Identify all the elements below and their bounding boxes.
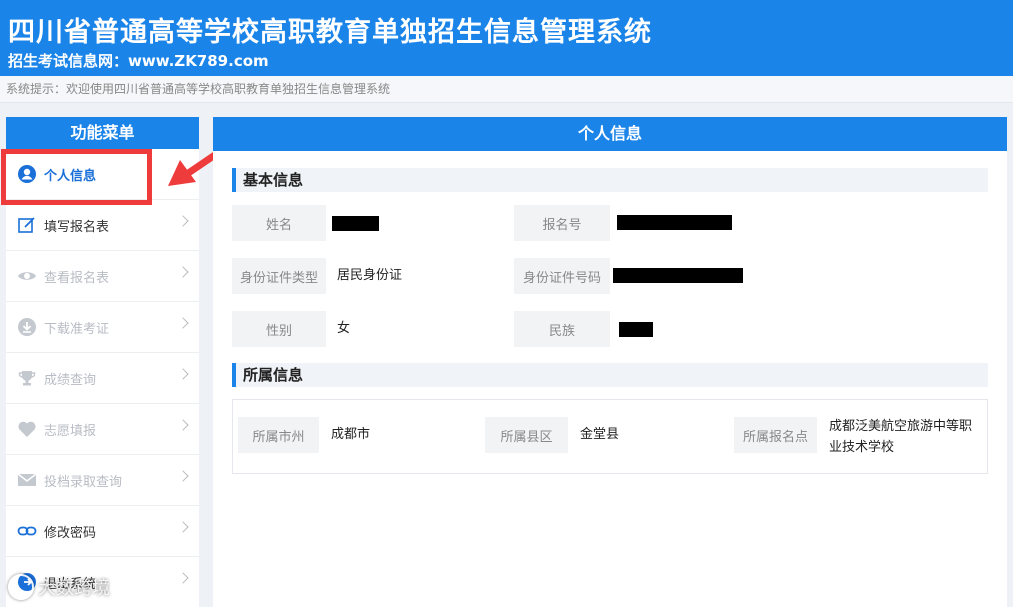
site-label: 所属报名点 <box>734 417 817 453</box>
city-label: 所属市州 <box>238 417 319 453</box>
app-header: 四川省普通高等学校高职教育单独招生信息管理系统 招生考试信息网：www.ZK78… <box>0 0 1013 76</box>
sidebar-item-label: 志愿填报 <box>44 423 97 439</box>
gender-label: 性别 <box>232 311 326 347</box>
regno-value-redacted <box>617 215 732 230</box>
chevron-right-icon <box>177 215 189 227</box>
name-label: 姓名 <box>232 205 326 241</box>
idno-value-redacted <box>613 268 743 283</box>
app-title: 四川省普通高等学校高职教育单独招生信息管理系统 <box>8 17 652 48</box>
sidebar-item-change-password[interactable]: 修改密码 <box>6 506 199 557</box>
watermark: 大数跨境 <box>8 574 110 600</box>
sidebar-item-label: 查看报名表 <box>44 270 110 286</box>
idtype-label: 身份证件类型 <box>232 258 326 294</box>
sidebar-item-label: 投档录取查询 <box>44 474 123 490</box>
gender-value: 女 <box>337 321 351 336</box>
heart-icon <box>16 418 38 440</box>
sidebar-item-download-ticket[interactable]: 下载准考证 <box>6 302 199 353</box>
regno-label: 报名号 <box>514 205 610 241</box>
main-panel: 个人信息 基本信息 姓名 报名号 身份证件类型 居民身份证 身份证件号码 性别 … <box>213 117 1007 607</box>
section-basic-info: 基本信息 <box>232 168 988 192</box>
highlight-box <box>1 149 152 205</box>
sidebar-item-label: 下载准考证 <box>44 321 110 337</box>
edit-icon <box>16 214 38 236</box>
chevron-right-icon <box>177 470 189 482</box>
section-affiliation: 所属信息 <box>232 363 988 387</box>
sidebar-item-admission-query[interactable]: 投档录取查询 <box>6 455 199 506</box>
chevron-right-icon <box>177 317 189 329</box>
ethnic-value-redacted <box>619 322 653 337</box>
chevron-right-icon <box>177 572 189 584</box>
sidebar-item-volunteer[interactable]: 志愿填报 <box>6 404 199 455</box>
chevron-right-icon <box>177 266 189 278</box>
affiliation-box: 所属市州 成都市 所属县区 金堂县 所属报名点 成都泛美航空旅游中等职业技术学校 <box>232 399 988 474</box>
sidebar-item-label: 修改密码 <box>44 525 97 541</box>
watermark-text: 大数跨境 <box>38 578 110 599</box>
trophy-icon <box>16 367 38 389</box>
city-value: 成都市 <box>331 427 371 442</box>
eye-icon <box>16 265 38 287</box>
system-notice: 系统提示：欢迎使用四川省普通高等学校高职教育单独招生信息管理系统 <box>0 76 1013 103</box>
mail-icon <box>16 469 38 491</box>
chevron-right-icon <box>177 521 189 533</box>
chevron-right-icon <box>177 419 189 431</box>
watermark-logo-icon <box>8 574 34 600</box>
download-icon <box>16 316 38 338</box>
idno-label: 身份证件号码 <box>514 258 610 294</box>
idtype-value: 居民身份证 <box>337 268 403 283</box>
name-value-redacted <box>332 216 379 231</box>
sidebar-item-label: 成绩查询 <box>44 372 97 388</box>
sidebar-item-fill-form[interactable]: 填写报名表 <box>6 200 199 251</box>
sidebar-item-score-query[interactable]: 成绩查询 <box>6 353 199 404</box>
sidebar-item-view-form[interactable]: 查看报名表 <box>6 251 199 302</box>
link-icon <box>16 520 38 542</box>
ethnic-label: 民族 <box>514 311 610 347</box>
county-value: 金堂县 <box>580 427 620 442</box>
sidebar-item-label: 填写报名表 <box>44 219 110 235</box>
site-value: 成都泛美航空旅游中等职业技术学校 <box>829 419 973 455</box>
app-subtitle: 招生考试信息网：www.ZK789.com <box>8 52 269 70</box>
main-title: 个人信息 <box>213 117 1007 151</box>
county-label: 所属县区 <box>485 417 568 453</box>
chevron-right-icon <box>177 368 189 380</box>
